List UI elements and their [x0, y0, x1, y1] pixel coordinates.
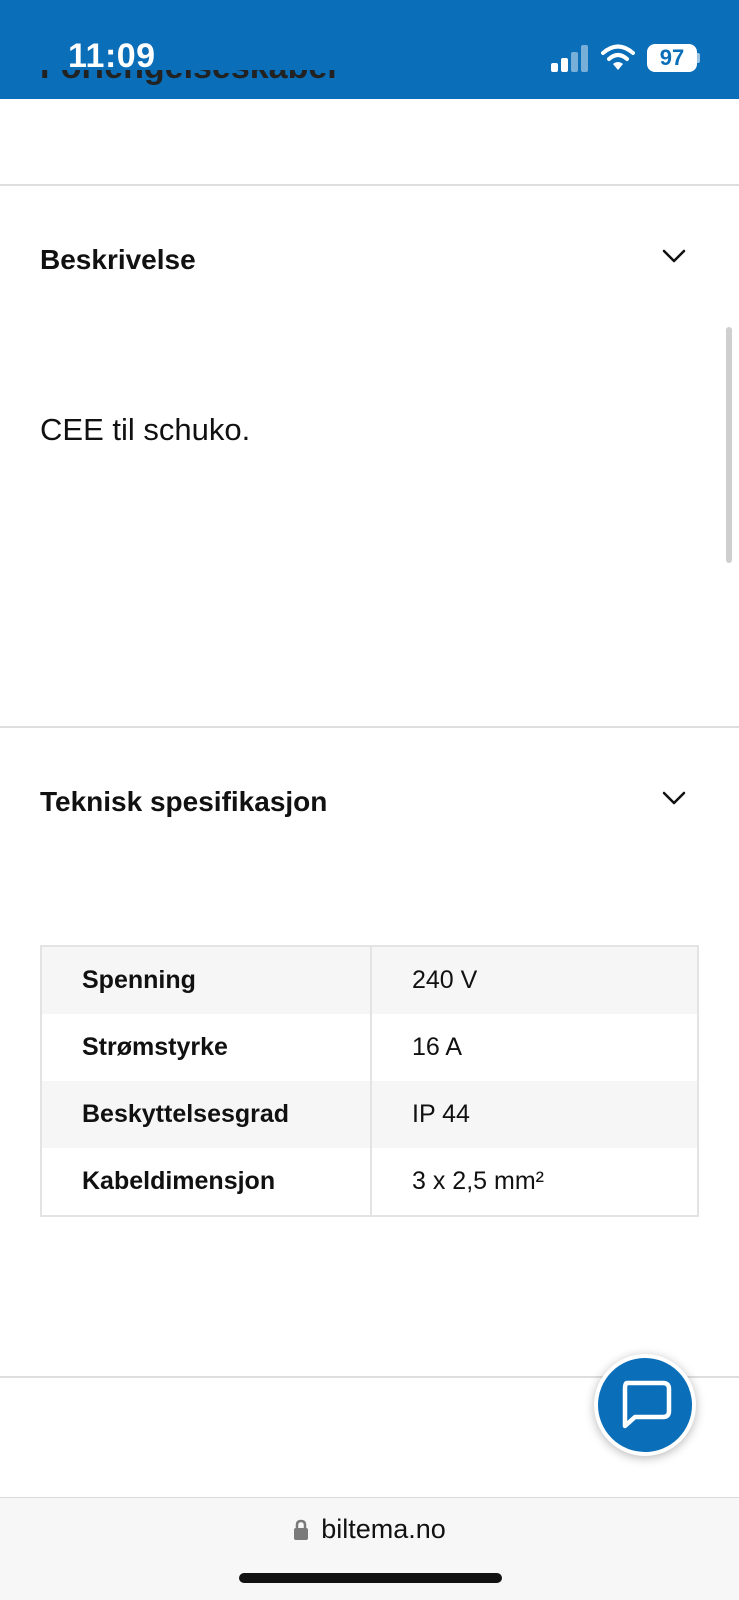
scrollbar[interactable]: [726, 327, 732, 563]
chevron-down-icon: [662, 249, 686, 263]
battery-level: 97: [659, 45, 685, 70]
chat-bubble-icon: [622, 1380, 672, 1429]
table-row: Strømstyrke 16 A: [42, 1014, 697, 1081]
spec-label: Beskyttelsesgrad: [42, 1081, 372, 1148]
table-row: Kabeldimensjon 3 x 2,5 mm²: [42, 1148, 697, 1215]
spec-value: 240 V: [412, 966, 478, 994]
chevron-down-icon: [662, 791, 686, 805]
table-row: Spenning 240 V: [42, 947, 697, 1014]
product-title: Forlengelseskabel: [40, 70, 337, 87]
spec-table: Spenning 240 V Strømstyrke 16 A Beskytte…: [40, 945, 699, 1217]
accordion-specification-title: Teknisk spesifikasjon: [40, 786, 328, 817]
signal-icon: [551, 45, 589, 72]
description-text: CEE til schuko.: [40, 412, 251, 447]
accordion-specification[interactable]: Teknisk spesifikasjon: [40, 772, 700, 832]
product-title-clipped: Forlengelseskabel: [40, 70, 400, 100]
spec-label: Kabeldimensjon: [42, 1148, 372, 1215]
spec-label: Spenning: [42, 947, 372, 1014]
accordion-description[interactable]: Beskrivelse: [40, 230, 700, 290]
home-indicator[interactable]: [239, 1573, 502, 1583]
spec-value: 16 A: [412, 1033, 463, 1061]
spec-value: 3 x 2,5 mm²: [412, 1167, 544, 1195]
divider: [0, 184, 739, 186]
lock-icon: [294, 1519, 309, 1540]
browser-url-bar[interactable]: biltema.no: [0, 1497, 739, 1600]
spec-label: Strømstyrke: [42, 1014, 372, 1081]
chat-button[interactable]: [594, 1354, 696, 1456]
spec-value: IP 44: [412, 1100, 470, 1128]
wifi-icon: [601, 44, 635, 70]
battery-icon: 97: [647, 44, 700, 72]
table-row: Beskyttelsesgrad IP 44: [42, 1081, 697, 1148]
divider: [0, 726, 739, 728]
accordion-description-title: Beskrivelse: [40, 244, 196, 275]
url-text: biltema.no: [321, 1514, 446, 1544]
